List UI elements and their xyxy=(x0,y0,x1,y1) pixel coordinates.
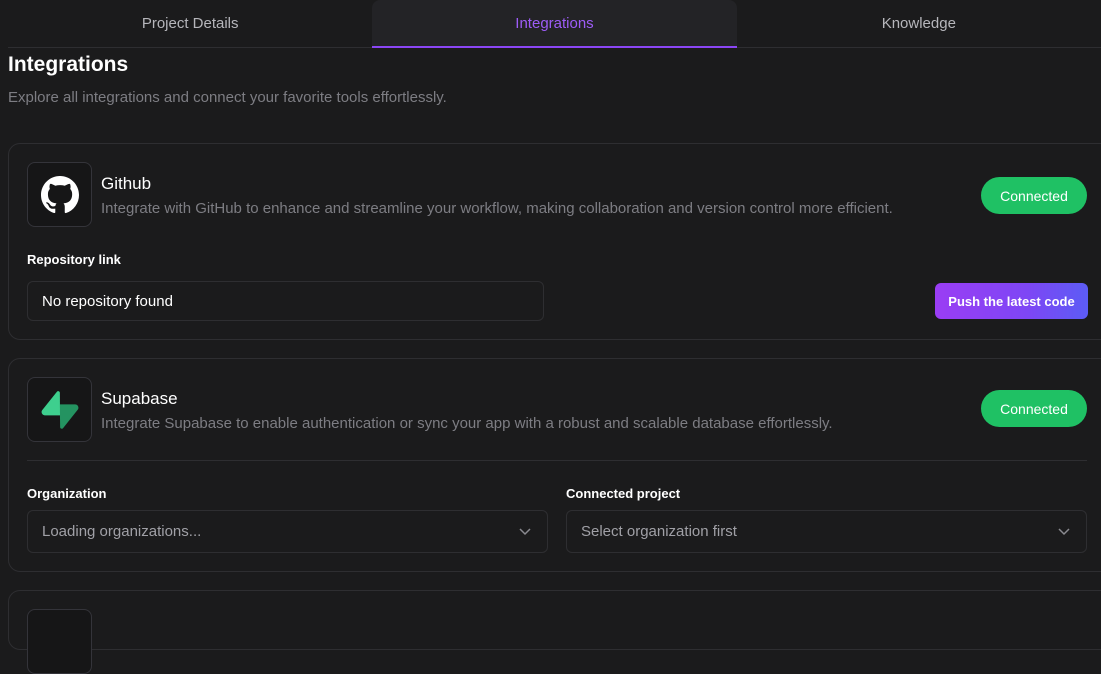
repo-link-label: Repository link xyxy=(27,252,121,267)
repo-link-field[interactable]: No repository found xyxy=(27,281,544,321)
supabase-connected-button[interactable]: Connected xyxy=(981,390,1087,427)
repo-link-value: No repository found xyxy=(42,292,173,310)
tab-bar: Project Details Integrations Knowledge xyxy=(8,0,1101,48)
connected-project-value: Select organization first xyxy=(581,523,737,540)
supabase-description: Integrate Supabase to enable authenticat… xyxy=(101,415,833,432)
github-icon xyxy=(40,175,79,213)
chevron-down-icon xyxy=(1058,525,1072,539)
chevron-down-icon xyxy=(519,525,533,539)
github-logo-box xyxy=(27,162,92,227)
supabase-title: Supabase xyxy=(101,389,178,408)
push-latest-code-button[interactable]: Push the latest code xyxy=(935,283,1088,319)
github-connected-button[interactable]: Connected xyxy=(981,177,1087,214)
tab-integrations[interactable]: Integrations xyxy=(372,0,737,48)
page-subtitle: Explore all integrations and connect you… xyxy=(8,89,447,106)
connected-project-select[interactable]: Select organization first xyxy=(566,510,1087,553)
github-description: Integrate with GitHub to enhance and str… xyxy=(101,200,893,217)
supabase-card: Supabase Integrate Supabase to enable au… xyxy=(8,358,1101,572)
supabase-divider xyxy=(27,460,1087,461)
github-title: Github xyxy=(101,174,152,193)
supabase-icon xyxy=(41,390,78,429)
organization-label: Organization xyxy=(27,486,107,501)
organization-value: Loading organizations... xyxy=(42,523,202,540)
tab-project-details[interactable]: Project Details xyxy=(8,0,372,47)
supabase-logo-box xyxy=(27,377,92,442)
tab-knowledge[interactable]: Knowledge xyxy=(737,0,1101,47)
next-integration-logo-box xyxy=(27,609,92,674)
connected-project-label: Connected project xyxy=(566,486,681,501)
next-integration-card xyxy=(8,590,1101,674)
github-card: Github Integrate with GitHub to enhance … xyxy=(8,143,1101,340)
organization-select[interactable]: Loading organizations... xyxy=(27,510,548,553)
page-title: Integrations xyxy=(8,53,129,76)
